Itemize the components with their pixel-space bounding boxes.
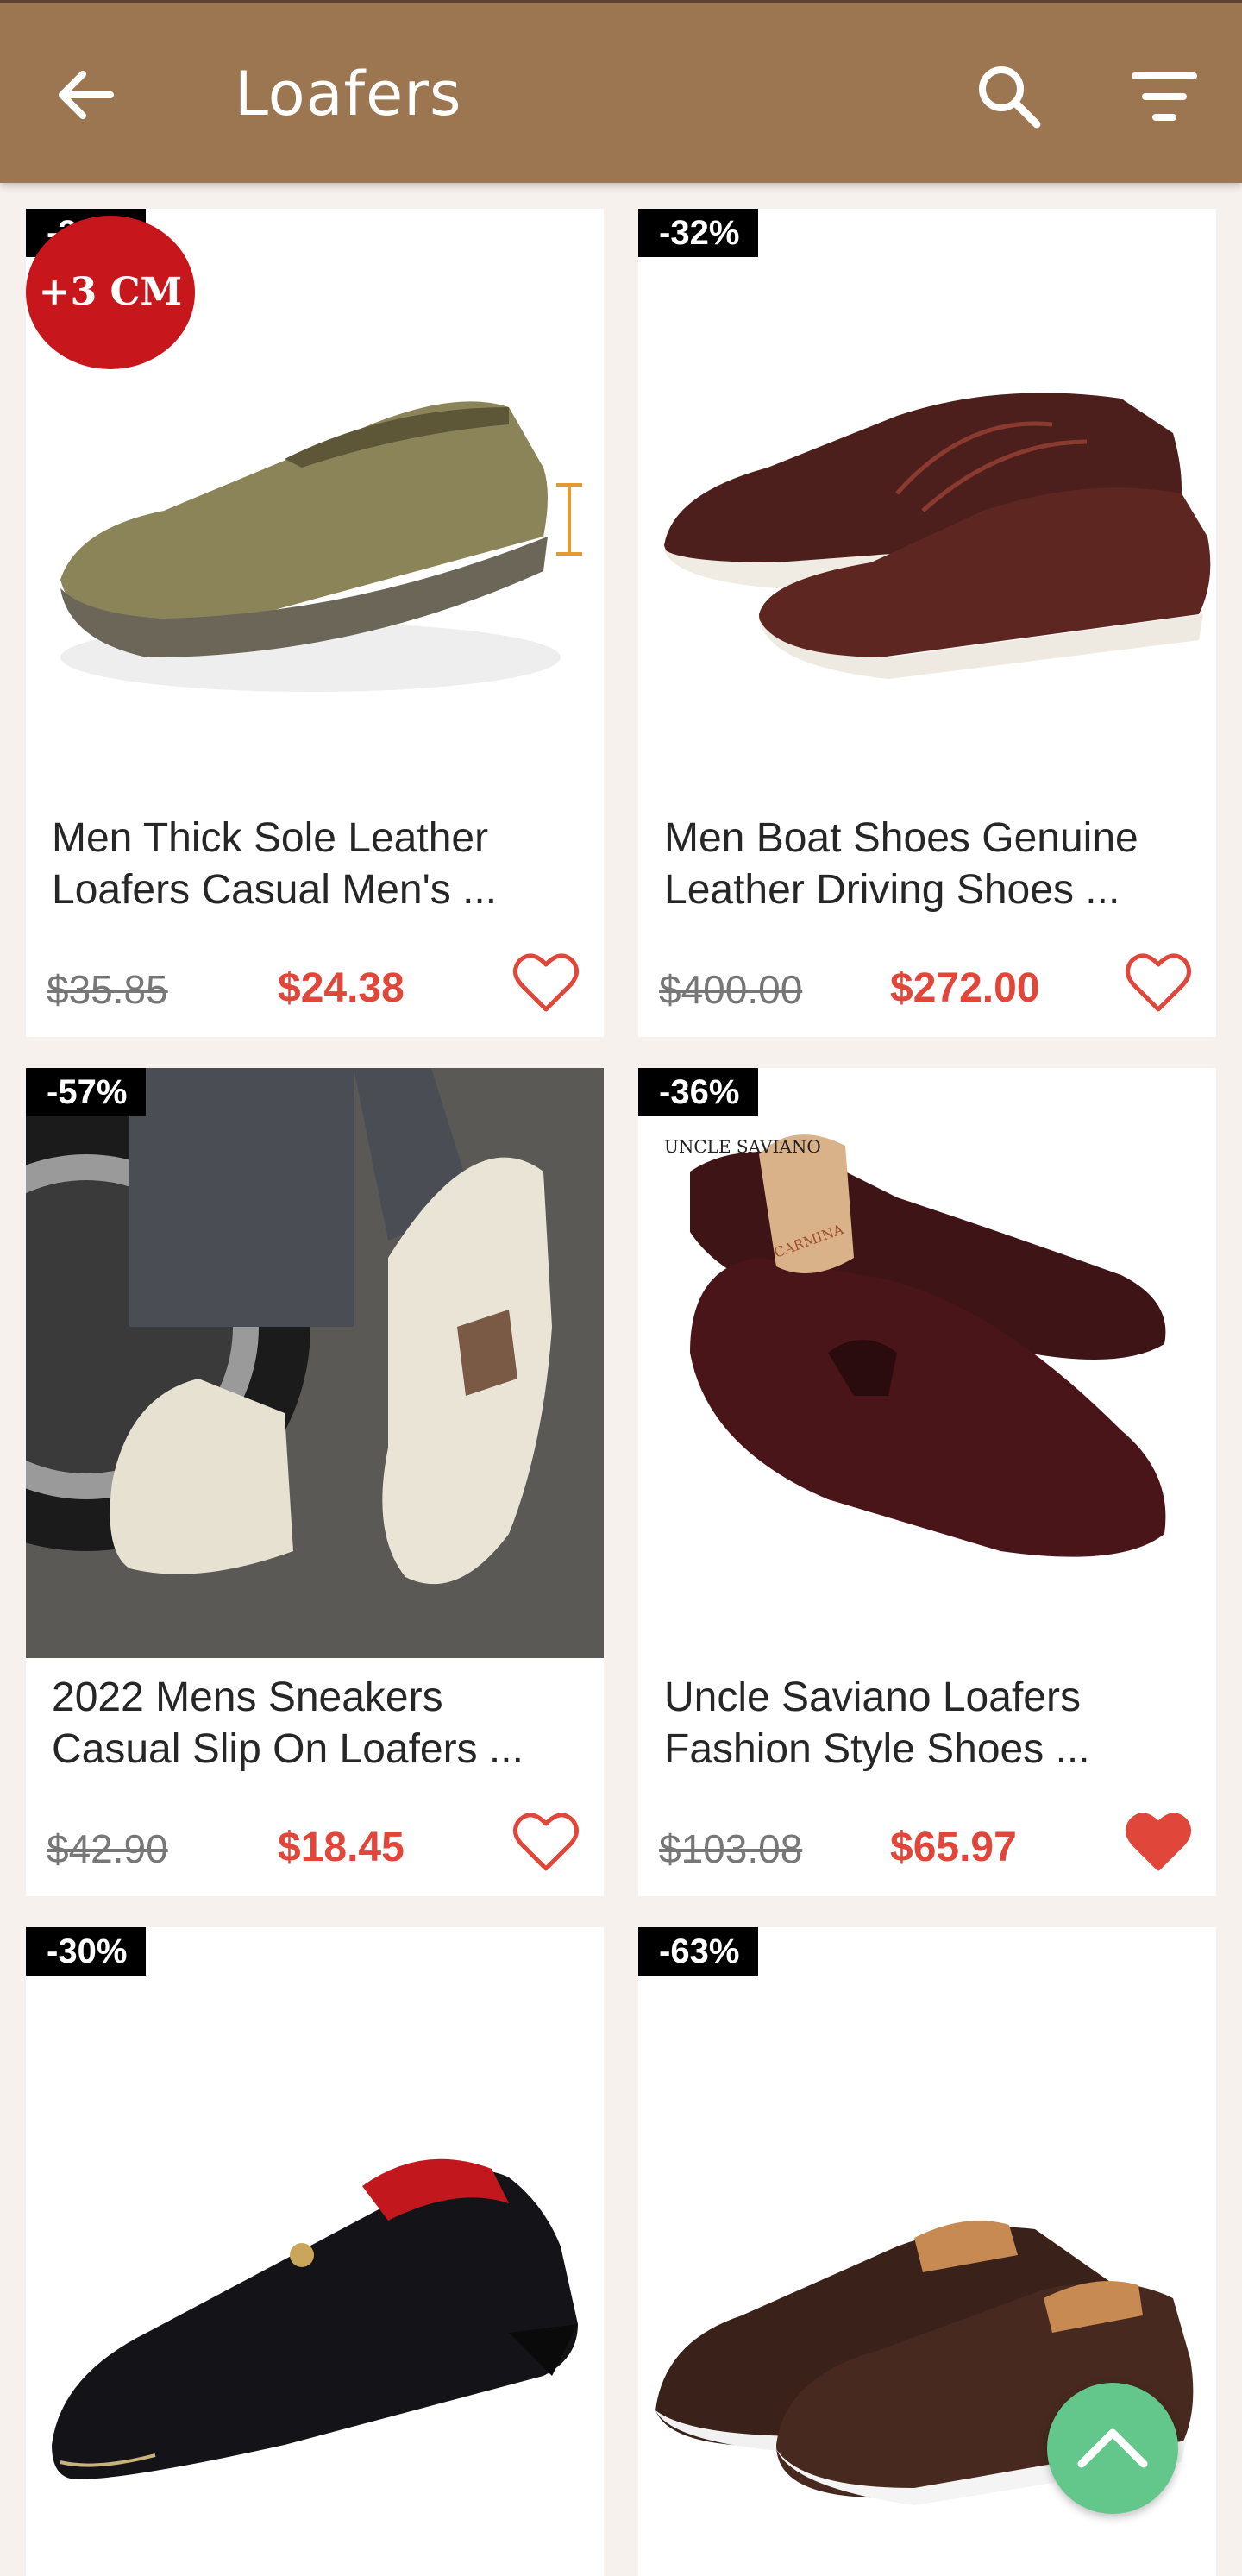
favorite-heart-icon[interactable] xyxy=(1123,947,1194,1018)
discount-badge: -30% xyxy=(26,1927,147,1976)
discount-badge: -36% xyxy=(638,1068,759,1116)
product-card[interactable]: -57% 2022 Mens Sneakers Casual Slip On L… xyxy=(26,1068,604,1896)
product-name-line: Loafers Casual Men's ... xyxy=(52,867,498,913)
favorite-heart-icon[interactable] xyxy=(1123,1806,1194,1877)
chevron-up-icon xyxy=(1077,2428,1148,2468)
product-card[interactable]: UNCLE SAVIANO CARMINA -36% Uncle Saviano… xyxy=(638,1068,1216,1896)
product-image[interactable]: -32% +3 CM xyxy=(26,209,604,799)
product-name[interactable]: 2022 Mens Sneakers Casual Slip On Loafer… xyxy=(52,1672,578,1775)
product-image[interactable]: -57% xyxy=(26,1068,604,1658)
product-card[interactable]: -32% Men Boat Shoes Genuine Leather Driv… xyxy=(638,209,1216,1037)
product-image[interactable]: UNCLE SAVIANO CARMINA -36% xyxy=(638,1068,1216,1658)
filter-icon[interactable] xyxy=(1128,64,1201,133)
product-name-line: Uncle Saviano Loafers xyxy=(664,1674,1081,1720)
product-name-line: Casual Slip On Loafers ... xyxy=(52,1726,524,1772)
product-image[interactable]: -32% xyxy=(638,209,1216,799)
product-name-line: Leather Driving Shoes ... xyxy=(664,867,1120,913)
product-name-line: 2022 Mens Sneakers xyxy=(52,1674,443,1720)
original-price: $35.85 xyxy=(47,967,168,1012)
app-bar: Loafers xyxy=(0,0,1242,183)
product-name[interactable]: Men Boat Shoes Genuine Leather Driving S… xyxy=(664,813,1190,916)
sale-price: $272.00 xyxy=(890,965,1040,1011)
search-icon[interactable] xyxy=(973,60,1045,133)
favorite-heart-icon[interactable] xyxy=(511,947,581,1018)
promo-height-badge: +3 CM xyxy=(26,216,195,369)
original-price: $103.08 xyxy=(659,1826,803,1871)
original-price: $400.00 xyxy=(659,967,803,1012)
product-card[interactable]: -30% xyxy=(26,1927,604,2576)
product-name[interactable]: Men Thick Sole Leather Loafers Casual Me… xyxy=(52,813,578,916)
sale-price: $65.97 xyxy=(890,1825,1017,1870)
sale-price: $24.38 xyxy=(278,965,405,1011)
sale-price: $18.45 xyxy=(278,1825,405,1870)
product-image[interactable]: -30% xyxy=(26,1927,604,2517)
favorite-heart-icon[interactable] xyxy=(511,1806,581,1877)
product-card[interactable]: -32% +3 CM Men Thick Sole Leather Loafer… xyxy=(26,209,604,1037)
brand-logo-text: UNCLE SAVIANO xyxy=(664,1136,821,1157)
product-name[interactable]: Uncle Saviano Loafers Fashion Style Shoe… xyxy=(664,1672,1190,1775)
product-name-line: Men Boat Shoes Genuine xyxy=(664,815,1138,861)
product-name-line: Men Thick Sole Leather xyxy=(52,815,489,861)
product-name-line: Fashion Style Shoes ... xyxy=(664,1726,1090,1772)
discount-badge: -32% xyxy=(638,209,759,257)
discount-badge: -63% xyxy=(638,1927,759,1976)
arrow-left-icon[interactable] xyxy=(52,60,121,129)
original-price: $42.90 xyxy=(47,1826,168,1871)
page-title: Loafers xyxy=(235,59,462,129)
scroll-to-top-button[interactable] xyxy=(1047,2383,1178,2514)
discount-badge: -57% xyxy=(26,1068,147,1116)
